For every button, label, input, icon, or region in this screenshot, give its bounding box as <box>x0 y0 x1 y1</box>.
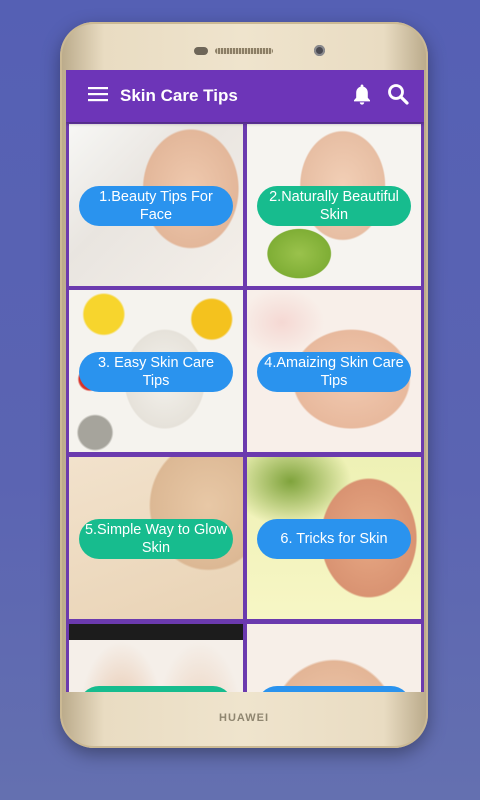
tips-grid: 1.Beauty Tips For Face 2.Naturally Beaut… <box>66 122 424 692</box>
tip-tile-4[interactable]: 4.Amaizing Skin Care Tips <box>247 290 421 452</box>
proximity-sensor <box>194 47 208 55</box>
tip-label-partial <box>79 686 233 692</box>
tip-tile-5[interactable]: 5.Simple Way to Glow Skin <box>69 457 243 619</box>
earpiece-speaker <box>215 48 273 54</box>
tip-label: 4.Amaizing Skin Care Tips <box>257 352 411 392</box>
tip-label: 3. Easy Skin Care Tips <box>79 352 233 392</box>
search-icon <box>387 83 409 110</box>
front-camera <box>314 45 325 56</box>
bell-icon <box>353 83 371 110</box>
tip-tile-8[interactable] <box>247 624 421 692</box>
notifications-button[interactable] <box>344 76 380 116</box>
app-bar: Skin Care Tips <box>66 70 424 122</box>
tip-tile-3[interactable]: 3. Easy Skin Care Tips <box>69 290 243 452</box>
tip-label: 1.Beauty Tips For Face <box>79 186 233 226</box>
search-button[interactable] <box>380 76 416 116</box>
hamburger-icon <box>88 86 108 107</box>
tip-label: 2.Naturally Beautiful Skin <box>257 186 411 226</box>
tip-label: 6. Tricks for Skin <box>257 519 411 559</box>
tip-tile-7[interactable] <box>69 624 243 692</box>
tile-image <box>247 624 421 692</box>
device-brand: HUAWEI <box>219 712 269 724</box>
menu-button[interactable] <box>78 76 118 116</box>
tip-tile-2[interactable]: 2.Naturally Beautiful Skin <box>247 124 421 286</box>
tip-label: 5.Simple Way to Glow Skin <box>79 519 233 559</box>
tip-tile-6[interactable]: 6. Tricks for Skin <box>247 457 421 619</box>
app-screen: Skin Care Tips 1.Beauty Tips For Face 2.… <box>66 70 424 692</box>
tile-image <box>69 624 243 692</box>
tip-label-partial <box>257 686 411 692</box>
tip-tile-1[interactable]: 1.Beauty Tips For Face <box>69 124 243 286</box>
app-title: Skin Care Tips <box>120 86 238 105</box>
